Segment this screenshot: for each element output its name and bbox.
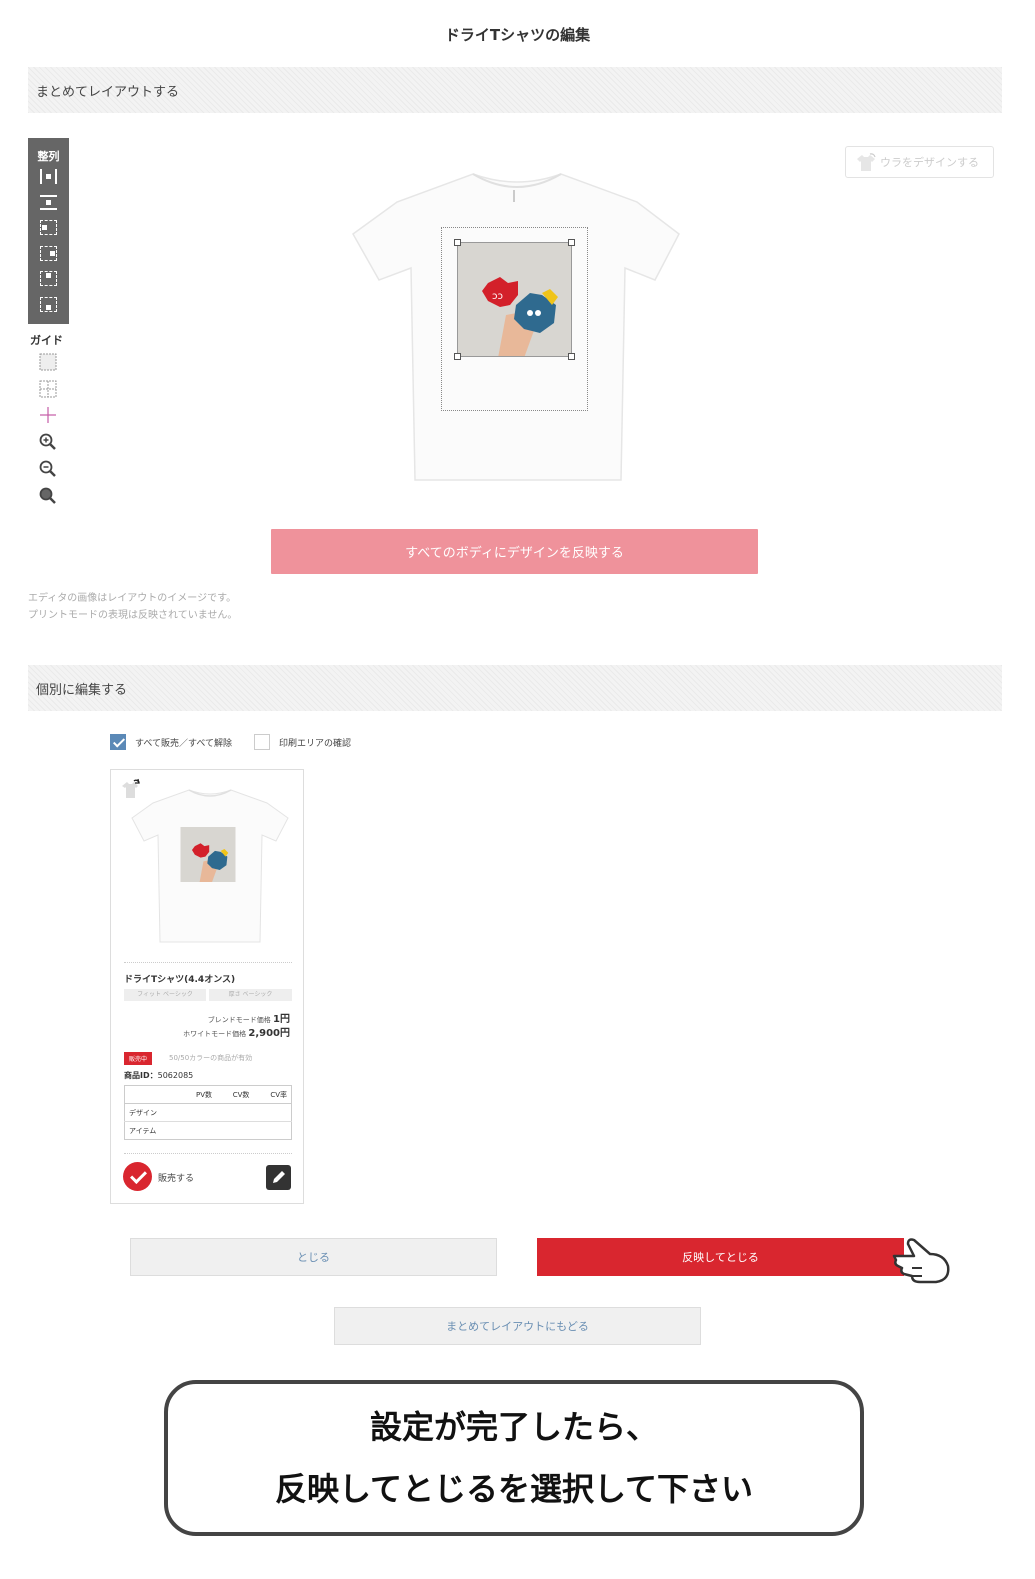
note-line-1: エディタの画像はレイアウトのイメージです。 <box>28 593 237 604</box>
resize-handle-bottom-left[interactable] <box>454 353 461 360</box>
print-area-checkbox[interactable] <box>254 734 270 750</box>
item-name: ドライTシャツ(4.4オンス) <box>124 975 236 985</box>
align-toolbar: 整列 <box>28 138 69 324</box>
close-button[interactable]: とじる <box>130 1238 497 1276</box>
white-price-label: ホワイトモード価格 <box>183 1030 247 1038</box>
pointing-hand-icon <box>892 1238 950 1284</box>
availability-text: 50/50カラーの商品が有効 <box>169 1054 253 1062</box>
align-top-icon[interactable] <box>40 271 57 286</box>
divider <box>124 1153 292 1154</box>
sell-all-checkbox[interactable] <box>110 734 126 750</box>
sell-all-checkbox-row[interactable]: すべて販売／すべて解除 <box>110 734 232 750</box>
stats-header: PV数 <box>179 1085 217 1104</box>
design-image[interactable]: ɔɔ <box>457 242 572 357</box>
align-right-icon[interactable] <box>40 246 57 261</box>
print-area-label: 印刷エリアの確認 <box>279 738 352 749</box>
status-badge: 販売中 <box>124 1052 153 1065</box>
instruction-callout: 設定が完了したら、 反映してとじるを選択して下さい <box>164 1380 864 1536</box>
resize-handle-top-left[interactable] <box>454 239 461 246</box>
apply-all-bodies-button[interactable]: すべてのボディにデザインを反映する <box>271 529 758 574</box>
stats-cell <box>179 1103 217 1122</box>
stats-header: CV数 <box>216 1085 254 1104</box>
individual-edit-header: 個別に編集する <box>28 665 1002 711</box>
stats-cell <box>253 1103 292 1122</box>
guide-label: ガイド <box>30 334 63 347</box>
table-row: アイテム <box>124 1121 292 1140</box>
item-card: ドライTシャツ(4.4オンス) フィット ベーシック 厚さ ベーシック ブレンド… <box>110 769 304 1204</box>
callout-line-1: 設定が完了したら、 <box>369 1408 658 1446</box>
stats-header <box>124 1085 180 1104</box>
table-row: デザイン <box>124 1103 292 1122</box>
blend-price-label: ブレンドモード価格 <box>207 1016 271 1024</box>
pencil-icon <box>273 1171 285 1183</box>
page-title: ドライTシャツの編集 <box>444 26 591 44</box>
divider <box>124 962 292 963</box>
product-id: 商品ID：5062085 <box>124 1070 193 1081</box>
product-id-label: 商品ID： <box>124 1071 158 1080</box>
stats-table: PV数 CV数 CV率 デザイン アイテム <box>124 1085 292 1140</box>
fit-tag: フィット ベーシック <box>124 989 206 1001</box>
back-design-button[interactable]: ウラをデザインする <box>845 146 994 178</box>
resize-handle-top-right[interactable] <box>568 239 575 246</box>
sell-toggle-check-icon[interactable] <box>123 1162 152 1191</box>
product-id-value: 5062085 <box>157 1071 194 1080</box>
print-area-checkbox-row[interactable]: 印刷エリアの確認 <box>254 734 351 750</box>
stats-cell <box>216 1121 254 1140</box>
stats-cell <box>216 1103 254 1122</box>
align-horizontal-center-icon[interactable] <box>40 169 57 184</box>
svg-text:ɔɔ: ɔɔ <box>492 291 503 302</box>
align-vertical-center-icon[interactable] <box>40 195 57 210</box>
guide-grid-icon[interactable] <box>38 379 58 399</box>
bulk-layout-header: まとめてレイアウトする <box>28 67 1002 113</box>
align-left-icon[interactable] <box>40 220 57 235</box>
align-bottom-icon[interactable] <box>40 297 57 312</box>
guide-frame-icon[interactable] <box>38 352 58 372</box>
stats-cell <box>179 1121 217 1140</box>
align-label: 整列 <box>37 150 60 163</box>
editor-note: エディタの画像はレイアウトのイメージです。 プリントモードの表現は反映されていま… <box>28 590 237 624</box>
stats-cell: デザイン <box>124 1103 180 1122</box>
sell-all-label: すべて販売／すべて解除 <box>135 738 233 749</box>
blend-price-row: ブレンドモード価格 1円 <box>208 1010 290 1025</box>
white-price-value: 2,900円 <box>248 1028 290 1039</box>
zoom-out-icon[interactable] <box>38 459 58 479</box>
zoom-in-icon[interactable] <box>38 432 58 452</box>
item-design-thumbnail <box>180 827 236 882</box>
white-price-row: ホワイトモード価格 2,900円 <box>183 1024 290 1039</box>
stats-cell <box>253 1121 292 1140</box>
apply-and-close-button[interactable]: 反映してとじる <box>537 1238 904 1276</box>
stats-header: CV率 <box>253 1085 292 1104</box>
zoom-reset-icon[interactable] <box>38 486 58 506</box>
thickness-tag: 厚さ ベーシック <box>209 989 292 1001</box>
resize-handle-bottom-right[interactable] <box>568 353 575 360</box>
note-line-2: プリントモードの表現は反映されていません。 <box>28 610 238 621</box>
back-to-bulk-layout-button[interactable]: まとめてレイアウトにもどる <box>334 1307 701 1345</box>
edit-pencil-button[interactable] <box>266 1165 291 1190</box>
shirt-flip-icon <box>857 153 876 171</box>
back-design-label: ウラをデザインする <box>880 156 979 169</box>
callout-line-2: 反映してとじるを選択して下さい <box>274 1470 754 1508</box>
stats-cell: アイテム <box>124 1121 180 1140</box>
guide-crosshair-icon[interactable] <box>38 405 58 425</box>
sell-label: 販売する <box>158 1174 195 1184</box>
